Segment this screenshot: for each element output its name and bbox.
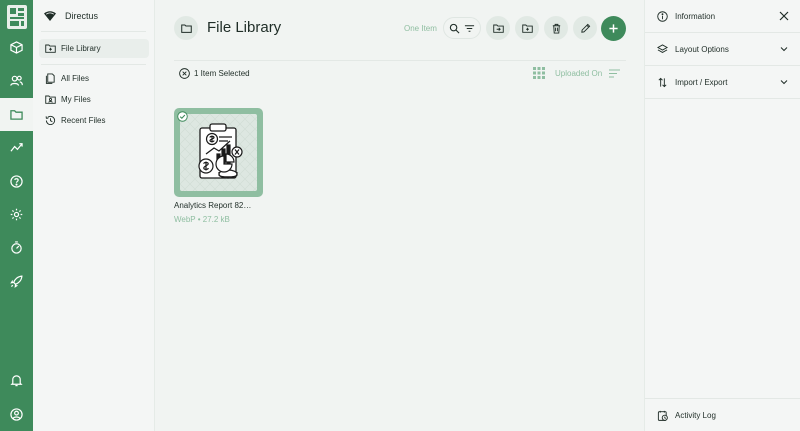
sidebar: Information Layout Options Import / Expo…	[644, 0, 800, 431]
module-settings[interactable]	[0, 198, 33, 231]
trash-icon	[552, 23, 560, 34]
page-title: File Library	[207, 19, 282, 36]
module-bar	[0, 0, 33, 431]
folder-icon	[180, 24, 192, 33]
title-icon-badge	[174, 16, 198, 40]
navigation-panel: Directus File Library All Files My Files…	[33, 0, 155, 431]
close-icon[interactable]	[779, 11, 789, 21]
nav-item-my-files[interactable]: My Files	[39, 90, 149, 109]
history-icon	[45, 115, 56, 126]
sort-field-select[interactable]: Uploaded On	[555, 69, 602, 78]
module-insights[interactable]	[0, 131, 33, 164]
nav-item-label: Recent Files	[61, 116, 106, 125]
search-filter-pill[interactable]	[443, 17, 481, 39]
user-circle-icon	[10, 408, 23, 421]
app-logo-icon[interactable]	[6, 4, 28, 30]
folder-plus-icon	[521, 24, 533, 33]
rocket-icon	[10, 275, 23, 288]
pencil-icon	[580, 23, 590, 33]
nav-item-recent-files[interactable]: Recent Files	[39, 111, 149, 130]
file-card[interactable]	[174, 108, 263, 197]
activity-log-icon	[657, 410, 668, 421]
users-icon	[10, 75, 23, 86]
nav-divider	[41, 31, 146, 32]
box-icon	[10, 41, 23, 54]
flows-icon	[11, 241, 22, 254]
folder-icon	[10, 110, 23, 120]
chevron-down-icon	[780, 47, 788, 52]
help-icon	[10, 175, 23, 188]
wifi-icon	[44, 11, 56, 21]
sidebar-section-label: Import / Export	[675, 77, 728, 87]
folder-user-icon	[45, 95, 56, 104]
nav-item-label: All Files	[61, 74, 90, 83]
new-folder-button[interactable]	[515, 16, 539, 40]
add-file-button[interactable]	[601, 16, 626, 41]
files-icon	[45, 73, 55, 84]
module-flows[interactable]	[0, 231, 33, 264]
clear-selection-icon[interactable]	[179, 68, 190, 79]
info-icon	[657, 10, 668, 22]
delete-button[interactable]	[544, 16, 568, 40]
import-export-icon	[658, 77, 667, 87]
grid-size-icon[interactable]	[533, 67, 545, 79]
sidebar-section-information[interactable]: Information	[645, 0, 800, 33]
nav-item-file-library[interactable]: File Library	[39, 39, 149, 58]
search-icon[interactable]	[449, 23, 460, 34]
module-files[interactable]	[0, 98, 33, 131]
item-count: One Item	[404, 24, 437, 33]
move-to-folder-button[interactable]	[486, 16, 510, 40]
module-deploy[interactable]	[0, 265, 33, 298]
nav-item-label: My Files	[61, 95, 91, 104]
file-name[interactable]: Analytics Report 82…	[174, 201, 264, 210]
header-divider	[174, 60, 626, 61]
edit-button[interactable]	[573, 16, 597, 40]
file-thumbnail[interactable]	[180, 114, 257, 191]
nav-separator	[41, 64, 146, 65]
activity-log-label: Activity Log	[675, 410, 716, 420]
chevron-down-icon	[780, 80, 788, 85]
selected-check-icon[interactable]	[177, 111, 188, 122]
sidebar-section-label: Layout Options	[675, 44, 729, 54]
sort-direction-icon[interactable]	[609, 69, 620, 78]
insights-icon	[10, 143, 23, 152]
plus-icon	[609, 24, 618, 33]
notifications-button[interactable]	[0, 364, 33, 397]
bell-icon	[10, 375, 23, 387]
file-meta: WebP • 27.2 kB	[174, 215, 230, 224]
folder-plus-icon	[45, 44, 56, 53]
project-name: Directus	[65, 11, 99, 21]
project-switcher[interactable]: Directus	[43, 7, 98, 25]
module-users[interactable]	[0, 64, 33, 97]
nav-item-all-files[interactable]: All Files	[39, 69, 149, 88]
sidebar-section-import-export[interactable]: Import / Export	[645, 66, 800, 99]
folder-move-icon	[492, 24, 504, 33]
settings-icon	[10, 208, 23, 221]
filter-icon[interactable]	[464, 23, 475, 34]
analytics-report-icon	[180, 114, 257, 191]
user-menu-button[interactable]	[0, 398, 33, 431]
module-content[interactable]	[0, 31, 33, 64]
selection-count: 1 Item Selected	[194, 69, 250, 78]
sidebar-section-label: Information	[675, 11, 716, 21]
nav-item-label: File Library	[61, 44, 101, 53]
activity-log-button[interactable]: Activity Log	[645, 398, 800, 431]
module-help[interactable]	[0, 165, 33, 198]
sidebar-section-layout-options[interactable]: Layout Options	[645, 33, 800, 66]
layers-icon	[657, 43, 668, 53]
main-content: File Library One Item 1 Item Selected Up…	[156, 0, 644, 431]
